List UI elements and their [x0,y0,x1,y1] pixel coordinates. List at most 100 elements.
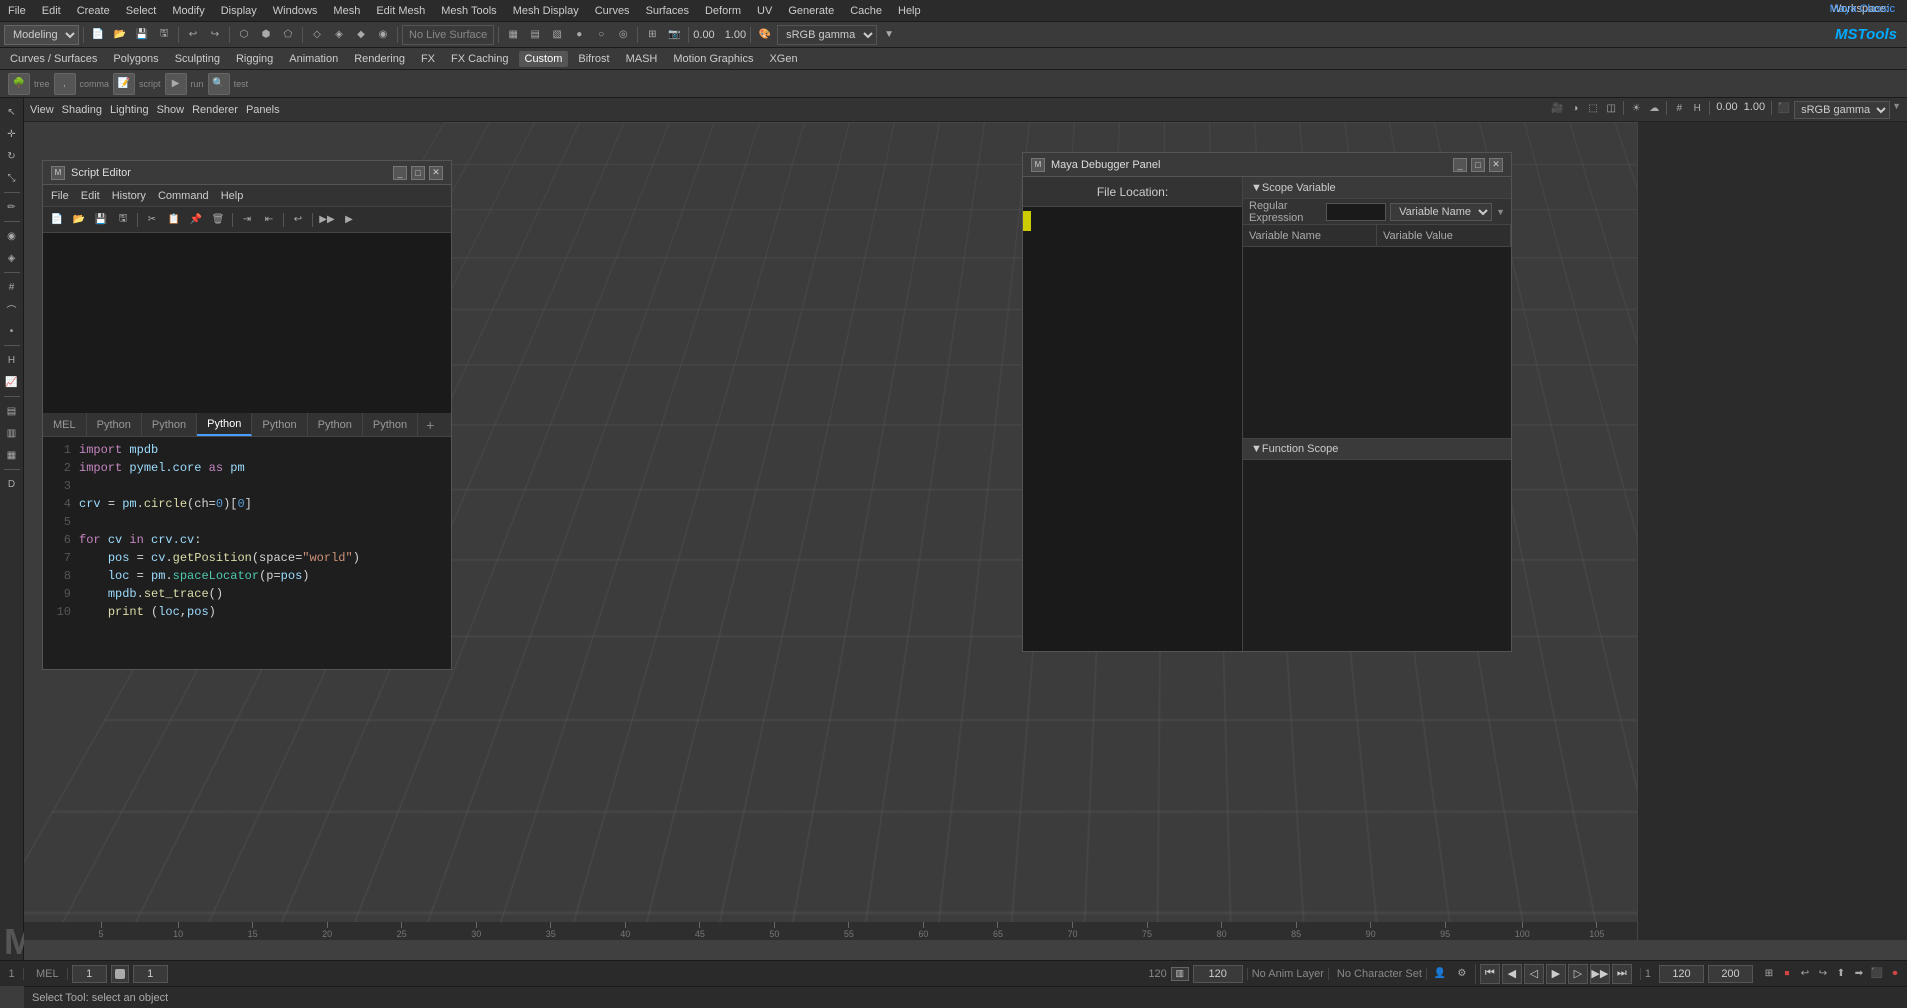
pb-play-button[interactable]: ▶ [1546,964,1566,984]
se-close-button[interactable]: ✕ [429,166,443,180]
vt-grid-icon[interactable]: # [1671,101,1687,117]
vt-texture-icon[interactable]: ◫ [1603,101,1619,117]
module-sculpting[interactable]: Sculpting [169,51,226,67]
char-set-icon2[interactable]: ⚙ [1453,965,1471,983]
grid-view-icon[interactable]: ⊞ [1761,966,1777,982]
menu-mesh[interactable]: Mesh [329,5,364,17]
se-cut-icon[interactable]: ✂ [142,210,162,230]
frame-icon[interactable]: ⊞ [642,25,662,45]
range-end-input[interactable] [1193,965,1243,983]
module-motion-graphics[interactable]: Motion Graphics [667,51,759,67]
menu-mesh-display[interactable]: Mesh Display [509,5,583,17]
se-clear-icon[interactable]: 🗑 [208,210,228,230]
scale-tool-icon[interactable]: ⤡ [2,168,22,188]
select-icon[interactable]: ⬡ [234,25,254,45]
panels-menu[interactable]: Panels [246,104,280,116]
se-code-area[interactable]: 1import mpdb 2import pymel.core as pm 3 … [43,437,451,669]
module-polygons[interactable]: Polygons [107,51,164,67]
se-tab-python3[interactable]: Python [197,413,252,436]
se-tab-python1[interactable]: Python [87,413,142,436]
max-frame-input[interactable] [1659,965,1704,983]
se-menu-history[interactable]: History [108,189,150,203]
se-run-icon[interactable]: ▶ [339,210,359,230]
tree-icon[interactable]: 🌳 [8,73,30,95]
dp-close-button[interactable]: ✕ [1489,158,1503,172]
menu-display[interactable]: Display [217,5,261,17]
se-saveas-icon[interactable]: 🖫 [113,210,133,230]
gamma-arrow[interactable]: ▼ [1892,101,1901,119]
layer3-icon[interactable]: ▦ [2,445,22,465]
run-icon[interactable]: ▶ [165,73,187,95]
max-frame-input2[interactable] [1708,965,1753,983]
save-as-icon[interactable]: 🖫 [154,25,174,45]
pb-prev-button[interactable]: ◀ [1502,964,1522,984]
menu-generate[interactable]: Generate [784,5,838,17]
vt-camera-icon[interactable]: 🎥 [1549,101,1565,117]
menu-cache[interactable]: Cache [846,5,886,17]
module-mash[interactable]: MASH [620,51,664,67]
vt-lighting2-icon[interactable]: ☁ [1646,101,1662,117]
gamma-dropdown[interactable]: sRGB gamma [777,25,877,45]
menu-edit[interactable]: Edit [38,5,65,17]
shading-menu[interactable]: Shading [62,104,102,116]
menu-select[interactable]: Select [122,5,161,17]
se-tab-python6[interactable]: Python [363,413,418,436]
snap2-icon[interactable]: ◈ [329,25,349,45]
module-curves-surfaces[interactable]: Curves / Surfaces [4,51,103,67]
display-layer-icon[interactable]: D [2,474,22,494]
layer-icon[interactable]: ▤ [2,401,22,421]
vt-shading-icon[interactable]: ◑ [1567,101,1583,117]
render6-icon[interactable]: ◎ [613,25,633,45]
se-tab-python5[interactable]: Python [308,413,363,436]
redo-icon[interactable]: ↪ [205,25,225,45]
camera-icon[interactable]: 📷 [664,25,684,45]
se-new-icon[interactable]: 📄 [47,210,67,230]
gamma-icon[interactable]: 🎨 [755,25,775,45]
se-minimize-button[interactable]: _ [393,166,407,180]
se-indent-icon[interactable]: ⇥ [237,210,257,230]
snap4-icon[interactable]: ◉ [373,25,393,45]
test-icon[interactable]: 🔍 [208,73,230,95]
se-save-icon[interactable]: 💾 [91,210,111,230]
record-icon[interactable]: ⏺ [1887,966,1903,982]
jump-back-icon[interactable]: ↩ [1797,966,1813,982]
pb-start-button[interactable]: ⏮ [1480,964,1500,984]
menu-surfaces[interactable]: Surfaces [642,5,693,17]
vt-wireframe-icon[interactable]: ⬚ [1585,101,1601,117]
save-icon[interactable]: 💾 [132,25,152,45]
dp-var-name-dropdown[interactable]: Variable Name [1390,203,1492,221]
graph-icon[interactable]: 📈 [2,372,22,392]
module-xgen[interactable]: XGen [763,51,803,67]
snap1-icon[interactable]: ◇ [307,25,327,45]
se-tab-python4[interactable]: Python [252,413,307,436]
jump-fwd-icon[interactable]: ↪ [1815,966,1831,982]
move-tool-icon[interactable]: ✛ [2,124,22,144]
module-custom[interactable]: Custom [519,51,569,67]
se-maximize-button[interactable]: □ [411,166,425,180]
se-tab-mel[interactable]: MEL [43,413,87,436]
menu-help[interactable]: Help [894,5,925,17]
lighting-menu[interactable]: Lighting [110,104,149,116]
snap-curve-icon[interactable]: ⌒ [2,299,22,319]
render4-icon[interactable]: ● [569,25,589,45]
rotate-tool-icon[interactable]: ↻ [2,146,22,166]
snap3-icon[interactable]: ◆ [351,25,371,45]
se-menu-edit[interactable]: Edit [77,189,104,203]
undo-icon[interactable]: ↩ [183,25,203,45]
stop-icon[interactable]: ⏹ [1779,966,1795,982]
menu-modify[interactable]: Modify [168,5,208,17]
pb-prev-frame-button[interactable]: ◁ [1524,964,1544,984]
open-icon[interactable]: 📂 [110,25,130,45]
render1-icon[interactable]: ▦ [503,25,523,45]
gamma-select[interactable]: sRGB gamma [1794,101,1890,119]
show-menu[interactable]: Show [157,104,185,116]
se-run-all-icon[interactable]: ▶▶ [317,210,337,230]
view-menu[interactable]: View [30,104,54,116]
module-fx[interactable]: FX [415,51,441,67]
snap-point-icon[interactable]: • [2,321,22,341]
workspace-value[interactable]: Maya Classic [1826,3,1899,15]
module-animation[interactable]: Animation [283,51,344,67]
render5-icon[interactable]: ○ [591,25,611,45]
snap-grid-icon[interactable]: # [2,277,22,297]
start-frame-input[interactable] [72,965,107,983]
